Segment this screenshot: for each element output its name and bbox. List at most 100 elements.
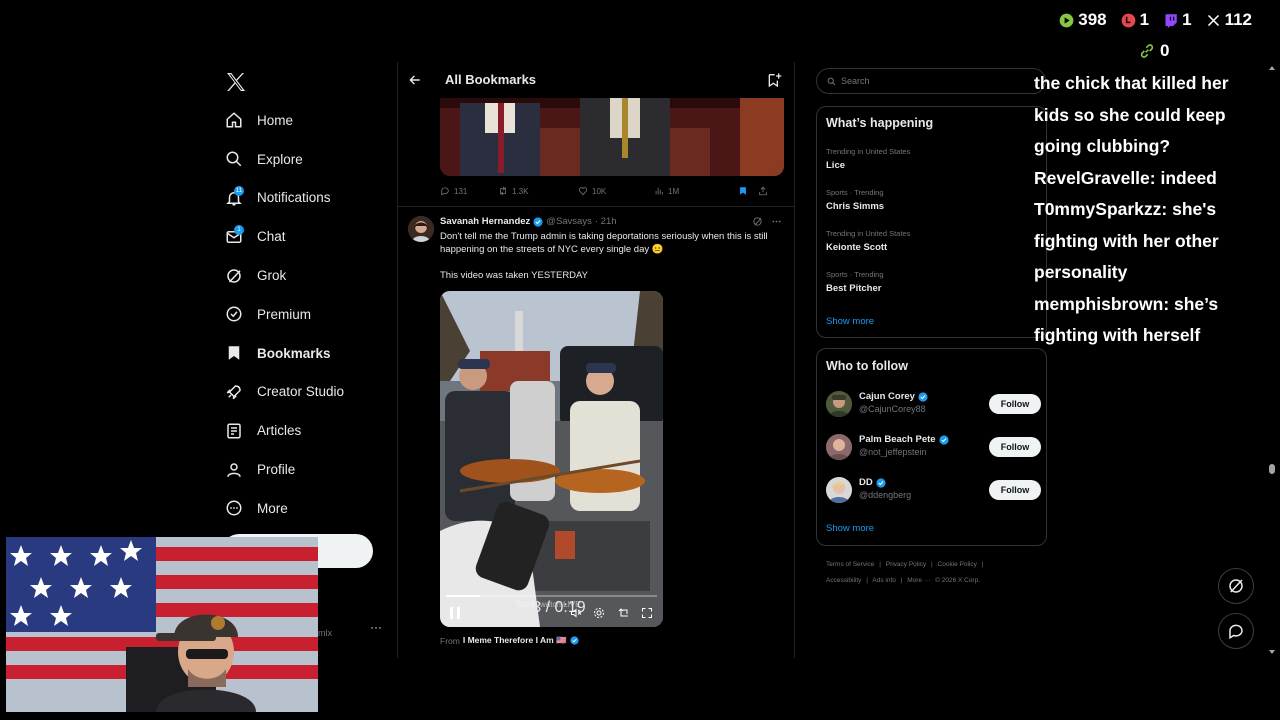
follow-button[interactable]: Follow (989, 480, 1041, 500)
previous-tweet-media[interactable] (440, 98, 784, 176)
x-logo-icon[interactable] (224, 70, 248, 94)
link-icon (1140, 44, 1154, 58)
account-more-button[interactable]: ··· (370, 620, 382, 634)
suggestion-name: DD (859, 477, 889, 488)
verified-badge-icon (876, 477, 886, 488)
follow-suggestion[interactable]: Palm Beach Pete @not_jeffepstein Follow (826, 434, 1041, 464)
avatar[interactable] (826, 434, 852, 460)
more-options-icon[interactable] (771, 216, 782, 227)
views-count: 1M (668, 186, 680, 196)
video-progress-bar[interactable] (446, 595, 657, 597)
grok-icon[interactable] (752, 216, 763, 227)
nav-item-premium[interactable]: Premium (222, 295, 392, 334)
copyright: © 2026 X Corp. (935, 577, 981, 584)
mail-icon: 1 (222, 224, 246, 249)
footer-link[interactable]: Ads info (872, 577, 896, 584)
source-account-name[interactable]: I Meme Therefore I Am 🇺🇸 (463, 635, 567, 646)
chat-line: T0mmySparkzz: she's (1034, 199, 1217, 219)
chat-line: fighting with herself (1034, 325, 1201, 345)
suggestion-handle: @not_jeffepstein (859, 447, 927, 457)
settings-gear-icon[interactable] (593, 607, 605, 619)
scroll-down-arrow-icon[interactable] (1269, 649, 1275, 655)
views-action[interactable]: 1M (654, 186, 738, 196)
article-icon (222, 419, 246, 443)
nav-item-notifications[interactable]: 11 Notifications (222, 179, 392, 218)
trend-name: Chris Simms (826, 201, 885, 212)
bookmark-action[interactable] (738, 186, 758, 196)
heart-icon (578, 187, 588, 196)
flag-backdrop-with-streamer (6, 537, 318, 712)
footer-separator: | (900, 577, 903, 584)
avatar[interactable] (826, 477, 852, 503)
footer-line-1: Terms of Service | Privacy Policy | Cook… (826, 557, 1041, 573)
chat-line: memphisbrown: she’s (1034, 293, 1219, 314)
search-icon (827, 77, 836, 86)
grok-floating-button[interactable] (1218, 568, 1254, 604)
fullscreen-icon[interactable] (641, 607, 653, 619)
nav-item-chat[interactable]: 1 Chat (222, 217, 392, 256)
chat-line: kids so she could keep (1034, 104, 1226, 125)
tweet-time[interactable]: · 21h (595, 216, 617, 227)
author-handle[interactable]: @Savsays (546, 216, 592, 227)
page-title: All Bookmarks (445, 72, 537, 87)
footer-link[interactable]: Privacy Policy (886, 561, 926, 568)
nav-item-bookmarks[interactable]: Bookmarks (222, 334, 392, 373)
trend-item[interactable]: Trending in United States Lice (826, 147, 1036, 171)
stat-twitch: 1 (1163, 10, 1192, 30)
footer-separator: | (931, 561, 933, 568)
footer-link[interactable]: More ··· (907, 577, 930, 584)
footer-link[interactable]: Cookie Policy (938, 561, 977, 568)
trend-item[interactable]: Trending in United States Keionte Scott (826, 229, 1036, 253)
tweet[interactable]: Savanah Hernandez @Savsays · 21h Don't t… (398, 207, 794, 658)
nav-item-creator-studio[interactable]: Creator Studio (222, 373, 392, 412)
footer-separator: | (866, 577, 868, 584)
nav-item-profile[interactable]: Profile (222, 450, 392, 489)
footer-links: Terms of Service | Privacy Policy | Cook… (826, 557, 1041, 589)
search-box[interactable] (816, 68, 1046, 94)
retweet-action[interactable]: 1.3K (498, 186, 578, 196)
timeline-header: All Bookmarks (398, 62, 794, 98)
messages-floating-button[interactable] (1218, 613, 1254, 649)
stream-stats: 398 1 1 112 (1059, 10, 1252, 30)
follow-button[interactable]: Follow (989, 394, 1041, 414)
suggestion-name-text: DD (859, 477, 873, 488)
mute-icon[interactable] (570, 607, 582, 619)
share-icon (759, 186, 767, 196)
trend-meta: Trending in United States (826, 147, 911, 156)
pause-icon[interactable] (450, 607, 460, 619)
avatar[interactable] (826, 391, 852, 417)
nav-item-explore[interactable]: Explore (222, 140, 392, 179)
show-more-trends-link[interactable]: Show more (826, 316, 874, 327)
trend-item[interactable]: Sports · Trending Chris Simms (826, 188, 1036, 212)
stat-live: 1 (1121, 10, 1149, 30)
follow-button[interactable]: Follow (989, 437, 1041, 457)
chat-badge: 1 (234, 224, 244, 235)
reply-action[interactable]: 131 (440, 186, 498, 196)
back-arrow-icon[interactable] (408, 73, 422, 87)
nav-item-home[interactable]: Home (222, 101, 392, 140)
nav-item-grok[interactable]: Grok (222, 256, 392, 295)
footer-link[interactable]: Terms of Service (826, 561, 874, 568)
video-source: From I Meme Therefore I Am 🇺🇸 (440, 635, 579, 646)
like-action[interactable]: 10K (578, 186, 654, 196)
who-to-follow-title: Who to follow (826, 359, 908, 373)
grok-icon (1229, 579, 1243, 593)
nav-label-explore: Explore (257, 151, 303, 167)
video-player[interactable]: Tap to watch LIVE 0:03 / 0:19 (440, 291, 663, 627)
trend-item[interactable]: Sports · Trending Best Pitcher (826, 270, 1036, 294)
search-input[interactable] (841, 76, 1021, 86)
follow-suggestion[interactable]: DD @ddengberg Follow (826, 477, 1041, 507)
nav-item-articles[interactable]: Articles (222, 411, 392, 450)
rotate-icon[interactable] (618, 607, 630, 619)
author-name[interactable]: Savanah Hernandez (440, 216, 530, 227)
show-more-follow-link[interactable]: Show more (826, 523, 874, 534)
bookmarks-timeline: All Bookmarks 131 1.3K 10K 1M Savanah He… (397, 62, 795, 658)
follow-suggestion[interactable]: Cajun Corey @CajunCorey88 Follow (826, 391, 1041, 421)
footer-link[interactable]: Accessibility (826, 577, 861, 584)
add-bookmark-folder-icon[interactable] (766, 72, 782, 88)
avatar[interactable] (408, 216, 434, 242)
nav-item-more[interactable]: More (222, 489, 392, 528)
scrollbar-thumb[interactable] (1269, 464, 1275, 474)
share-action[interactable] (758, 186, 768, 196)
stat-rumble: 398 (1059, 10, 1107, 30)
